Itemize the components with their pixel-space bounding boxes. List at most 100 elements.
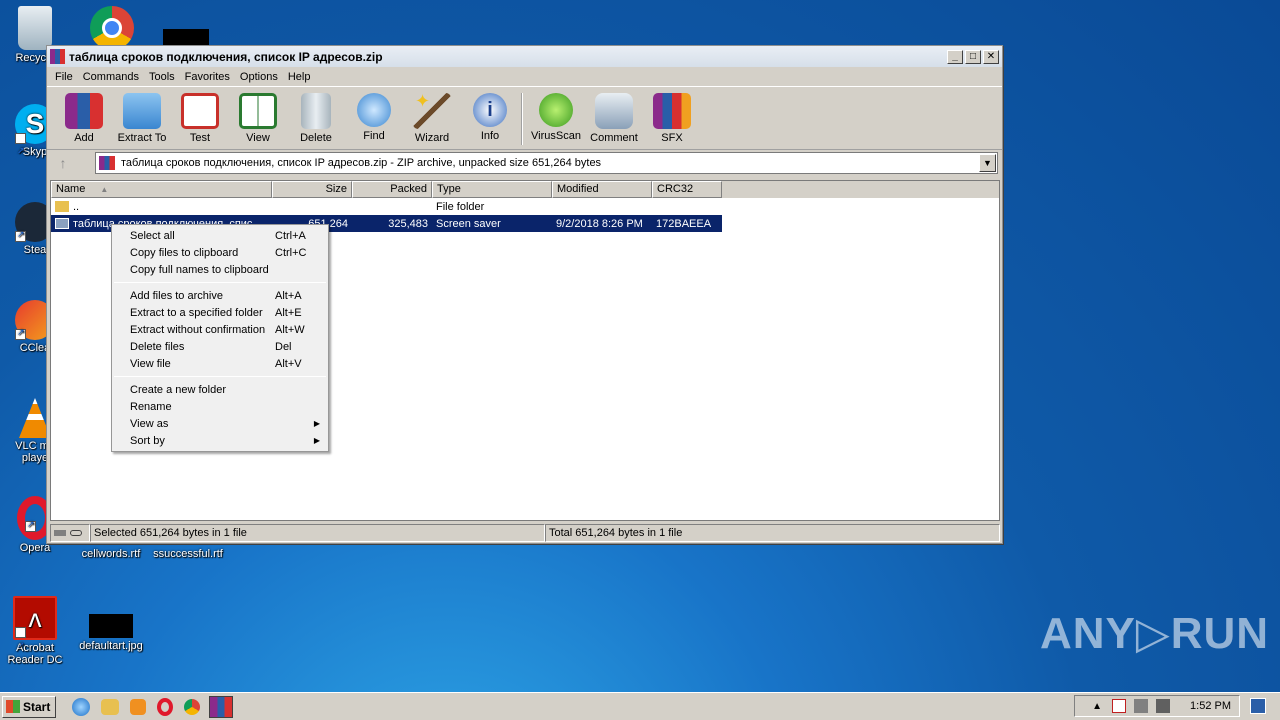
desktop-icon-label: Acrobat Reader DC [7, 642, 63, 666]
row-crc: 172BAEEA [656, 217, 712, 230]
menu-favorites[interactable]: Favorites [180, 71, 235, 83]
tray-expand-icon[interactable]: ▲ [1092, 701, 1102, 712]
volume-icon[interactable] [1156, 699, 1171, 713]
column-header-size[interactable]: Size [272, 181, 352, 198]
winrar-taskbar-icon[interactable] [209, 695, 233, 718]
title-bar[interactable]: таблица сроков подключения, список IP ад… [47, 46, 1002, 67]
info-button[interactable]: i Info [461, 89, 519, 142]
chrome-icon [90, 6, 134, 50]
ie-icon[interactable] [72, 697, 90, 716]
magnifier-find-icon [357, 93, 391, 127]
menu-commands[interactable]: Commands [78, 71, 144, 83]
menu-item-create-folder[interactable]: Create a new folder [112, 381, 328, 398]
column-header-type[interactable]: Type [432, 181, 552, 198]
minimize-button[interactable]: _ [947, 49, 963, 64]
menu-item-extract-to-folder[interactable]: Extract to a specified folder Alt+E [112, 304, 328, 321]
up-arrow-icon[interactable]: ↑ [49, 152, 77, 174]
menu-options[interactable]: Options [235, 71, 283, 83]
desktop-icon-acrobat[interactable]: ᴧ Acrobat Reader DC [0, 596, 70, 666]
wizard-button[interactable]: ✦ Wizard [403, 89, 461, 144]
maximize-button[interactable]: □ [965, 49, 981, 64]
drive-icon [54, 530, 66, 536]
status-selected: Selected 651,264 bytes in 1 file [90, 524, 545, 542]
shortcut-arrow-icon [15, 327, 26, 340]
column-header-name[interactable]: Name ▲ [51, 181, 272, 198]
comment-label: Comment [590, 132, 638, 144]
address-bar[interactable]: таблица сроков подключения, список IP ад… [95, 152, 998, 174]
sfx-archive-icon [653, 93, 691, 129]
row-packed: 325,483 [388, 217, 428, 230]
screensaver-file-icon [55, 218, 69, 229]
menu-item-label: View file [130, 357, 171, 370]
desktop-icon-label: Stea [23, 244, 47, 256]
menu-item-shortcut: Alt+V [275, 357, 302, 370]
sfx-label: SFX [661, 132, 683, 144]
magic-wand-icon: ✦ [413, 91, 451, 129]
chrome-taskbar-icon[interactable] [184, 698, 200, 715]
trash-delete-icon [301, 93, 331, 129]
menu-help[interactable]: Help [283, 71, 316, 83]
menu-item-delete-files[interactable]: Delete files Del [112, 338, 328, 355]
delete-button[interactable]: Delete [287, 89, 345, 144]
opera-taskbar-icon[interactable] [157, 697, 173, 716]
menu-item-label: Sort by [130, 434, 165, 447]
explorer-folder-icon[interactable] [101, 698, 119, 715]
action-center-icon[interactable] [1112, 699, 1127, 713]
book-view-icon [239, 93, 277, 129]
media-player-icon[interactable] [130, 698, 146, 715]
column-header-modified[interactable]: Modified [552, 181, 652, 198]
menu-item-view-file[interactable]: View file Alt+V [112, 355, 328, 372]
desktop-icon-label: ssuccessful.rtf [153, 548, 223, 560]
context-menu: Select all Ctrl+A Copy files to clipboard… [111, 224, 329, 452]
find-button[interactable]: Find [345, 89, 403, 142]
test-button[interactable]: Test [171, 89, 229, 144]
menu-tools[interactable]: Tools [144, 71, 180, 83]
clipboard-test-icon [181, 93, 219, 129]
show-desktop-icon[interactable] [1250, 698, 1266, 714]
desktop-icon-label: Skyp [22, 146, 48, 158]
close-button[interactable]: ✕ [983, 49, 999, 64]
column-header-crc32[interactable]: CRC32 [652, 181, 722, 198]
menu-bar: File Commands Tools Favorites Options He… [47, 67, 1002, 86]
column-header-packed[interactable]: Packed [352, 181, 432, 198]
desktop-icon-ssuccessful[interactable]: ssuccessful.rtf [150, 548, 226, 560]
network-icon[interactable] [1134, 699, 1149, 713]
start-label: Start [23, 699, 51, 714]
add-label: Add [74, 132, 94, 144]
menu-item-label: Select all [130, 229, 175, 242]
start-button[interactable]: Start [2, 695, 56, 718]
desktop-icon-defaultart[interactable]: defaultart.jpg [76, 614, 146, 652]
comment-button[interactable]: Comment [585, 89, 643, 144]
menu-file[interactable]: File [50, 71, 78, 83]
menu-item-shortcut: Alt+A [275, 289, 302, 302]
zip-archive-icon [99, 156, 115, 170]
virus-scan-icon [539, 93, 573, 127]
address-text: таблица сроков подключения, список IP ад… [121, 157, 602, 169]
column-name-label: Name [56, 183, 86, 195]
clock[interactable]: 1:52 PM [1190, 700, 1231, 712]
submenu-arrow-icon: ▶ [313, 436, 320, 445]
chevron-down-icon[interactable]: ▼ [979, 154, 996, 172]
status-bar: Selected 651,264 bytes in 1 file Total 6… [50, 524, 1000, 542]
menu-item-shortcut: Alt+W [275, 323, 305, 336]
menu-item-label: Create a new folder [130, 383, 226, 396]
add-button[interactable]: Add [55, 89, 113, 144]
menu-item-copy-full-names[interactable]: Copy full names to clipboard [112, 261, 328, 278]
menu-item-sort-by[interactable]: Sort by ▶ [112, 432, 328, 449]
folder-icon [55, 201, 69, 212]
wizard-label: Wizard [414, 132, 450, 144]
desktop-icon-cellwords[interactable]: cellwords.rtf [76, 548, 146, 560]
table-row[interactable]: .. File folder [51, 198, 999, 215]
status-total: Total 651,264 bytes in 1 file [545, 524, 1000, 542]
view-button[interactable]: View [229, 89, 287, 144]
menu-item-select-all[interactable]: Select all Ctrl+A [112, 227, 328, 244]
menu-item-add-files[interactable]: Add files to archive Alt+A [112, 287, 328, 304]
extract-to-button[interactable]: Extract To [113, 89, 171, 144]
menu-item-view-as[interactable]: View as ▶ [112, 415, 328, 432]
menu-item-rename[interactable]: Rename [112, 398, 328, 415]
menu-item-extract-without-confirmation[interactable]: Extract without confirmation Alt+W [112, 321, 328, 338]
menu-item-label: Copy full names to clipboard [130, 263, 269, 276]
sfx-button[interactable]: SFX [643, 89, 701, 144]
virusscan-button[interactable]: VirusScan [527, 89, 585, 142]
menu-item-copy-files[interactable]: Copy files to clipboard Ctrl+C [112, 244, 328, 261]
